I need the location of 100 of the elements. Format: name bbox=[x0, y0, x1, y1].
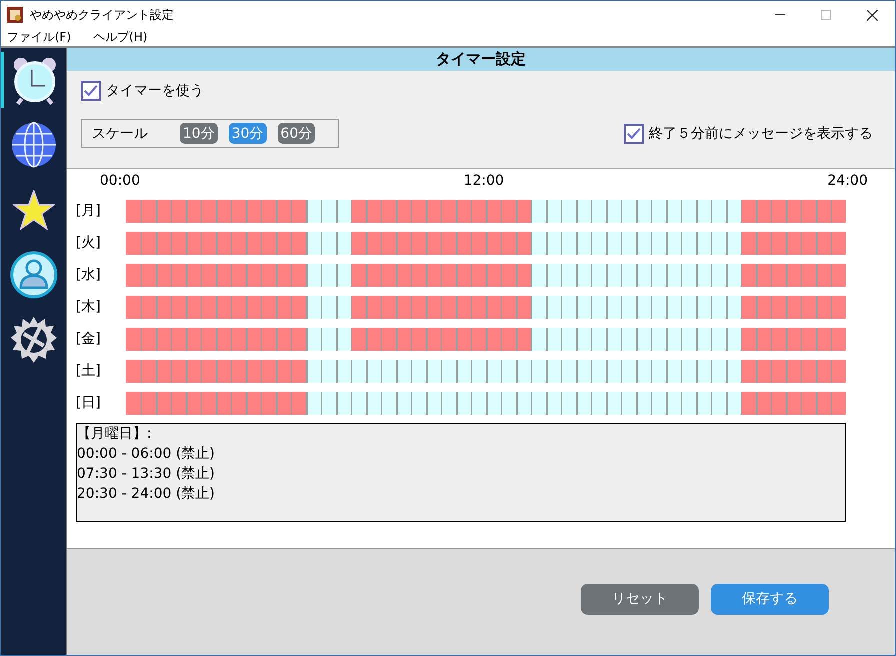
time-slot[interactable] bbox=[276, 328, 291, 350]
time-slot[interactable] bbox=[276, 264, 291, 286]
time-slot[interactable] bbox=[126, 392, 141, 414]
time-slot[interactable] bbox=[381, 200, 396, 222]
time-slot[interactable] bbox=[246, 200, 261, 222]
time-slot[interactable] bbox=[726, 264, 741, 286]
time-slot[interactable] bbox=[666, 232, 681, 254]
time-slot[interactable] bbox=[711, 296, 726, 318]
time-slot[interactable] bbox=[516, 264, 531, 286]
time-slot[interactable] bbox=[306, 328, 321, 350]
time-slot[interactable] bbox=[831, 200, 846, 222]
time-slot[interactable] bbox=[516, 360, 531, 382]
time-slot[interactable] bbox=[651, 360, 666, 382]
close-icon[interactable] bbox=[867, 10, 878, 20]
time-slot[interactable] bbox=[726, 232, 741, 254]
time-slot[interactable] bbox=[366, 328, 381, 350]
time-slot[interactable] bbox=[531, 200, 546, 222]
time-slot[interactable] bbox=[741, 328, 756, 350]
time-slot[interactable] bbox=[501, 296, 516, 318]
time-slot[interactable] bbox=[681, 328, 696, 350]
time-slot[interactable] bbox=[231, 200, 246, 222]
time-slot[interactable] bbox=[831, 328, 846, 350]
time-slot[interactable] bbox=[126, 200, 141, 222]
time-slot[interactable] bbox=[711, 392, 726, 414]
time-slot[interactable] bbox=[636, 232, 651, 254]
time-slot[interactable] bbox=[801, 200, 816, 222]
time-slot[interactable] bbox=[246, 392, 261, 414]
time-slot[interactable] bbox=[741, 392, 756, 414]
time-slot[interactable] bbox=[291, 296, 306, 318]
time-slot[interactable] bbox=[261, 296, 276, 318]
time-slot[interactable] bbox=[441, 264, 456, 286]
time-slot[interactable] bbox=[186, 232, 201, 254]
time-slot[interactable] bbox=[306, 392, 321, 414]
time-slot[interactable] bbox=[471, 360, 486, 382]
time-slot[interactable] bbox=[831, 360, 846, 382]
time-slot[interactable] bbox=[276, 392, 291, 414]
time-slot[interactable] bbox=[246, 296, 261, 318]
time-slot[interactable] bbox=[741, 232, 756, 254]
time-slot[interactable] bbox=[351, 264, 366, 286]
time-slot[interactable] bbox=[531, 328, 546, 350]
time-slot[interactable] bbox=[591, 232, 606, 254]
time-slot[interactable] bbox=[231, 392, 246, 414]
time-slot[interactable] bbox=[321, 392, 336, 414]
time-slot[interactable] bbox=[396, 200, 411, 222]
use-timer-checkbox[interactable]: タイマーを使う bbox=[81, 81, 204, 101]
time-slot[interactable] bbox=[351, 392, 366, 414]
maximize-icon[interactable] bbox=[821, 10, 831, 20]
time-slot[interactable] bbox=[216, 200, 231, 222]
time-slot[interactable] bbox=[531, 232, 546, 254]
time-slot[interactable] bbox=[156, 200, 171, 222]
time-slot[interactable] bbox=[501, 360, 516, 382]
time-slot[interactable] bbox=[171, 392, 186, 414]
time-slot[interactable] bbox=[696, 200, 711, 222]
time-slot[interactable] bbox=[816, 328, 831, 350]
time-slot[interactable] bbox=[771, 232, 786, 254]
time-slot[interactable] bbox=[306, 360, 321, 382]
reset-button[interactable]: リセット bbox=[581, 584, 699, 614]
time-slot[interactable] bbox=[126, 264, 141, 286]
time-slot[interactable] bbox=[126, 360, 141, 382]
time-slot[interactable] bbox=[561, 264, 576, 286]
time-slot[interactable] bbox=[516, 200, 531, 222]
time-slot[interactable] bbox=[816, 264, 831, 286]
time-slot[interactable] bbox=[621, 264, 636, 286]
time-slot[interactable] bbox=[756, 200, 771, 222]
time-slot[interactable] bbox=[561, 200, 576, 222]
time-slot[interactable] bbox=[636, 200, 651, 222]
time-slot[interactable] bbox=[201, 360, 216, 382]
time-slot[interactable] bbox=[216, 264, 231, 286]
time-slot[interactable] bbox=[606, 200, 621, 222]
time-slot[interactable] bbox=[321, 360, 336, 382]
time-slot[interactable] bbox=[771, 264, 786, 286]
time-slot[interactable] bbox=[561, 232, 576, 254]
time-slot[interactable] bbox=[141, 264, 156, 286]
time-slot[interactable] bbox=[576, 232, 591, 254]
time-slot[interactable] bbox=[816, 392, 831, 414]
time-slot[interactable] bbox=[576, 296, 591, 318]
time-slot[interactable] bbox=[516, 328, 531, 350]
time-slot[interactable] bbox=[756, 328, 771, 350]
time-slot[interactable] bbox=[591, 296, 606, 318]
time-slot[interactable] bbox=[546, 328, 561, 350]
time-slot[interactable] bbox=[261, 264, 276, 286]
time-slot[interactable] bbox=[441, 200, 456, 222]
time-slot[interactable] bbox=[321, 232, 336, 254]
time-slot[interactable] bbox=[441, 232, 456, 254]
time-slot[interactable] bbox=[231, 328, 246, 350]
time-slot[interactable] bbox=[156, 296, 171, 318]
time-slot[interactable] bbox=[786, 200, 801, 222]
time-slot[interactable] bbox=[666, 264, 681, 286]
time-slot[interactable] bbox=[756, 264, 771, 286]
time-slot[interactable] bbox=[366, 392, 381, 414]
time-slot[interactable] bbox=[321, 264, 336, 286]
time-slot[interactable] bbox=[786, 328, 801, 350]
time-slot[interactable] bbox=[186, 264, 201, 286]
time-slot[interactable] bbox=[561, 392, 576, 414]
time-slot[interactable] bbox=[801, 360, 816, 382]
scale-option[interactable]: 30分 bbox=[228, 123, 267, 144]
time-slot[interactable] bbox=[426, 328, 441, 350]
time-slot[interactable] bbox=[591, 328, 606, 350]
time-slot[interactable] bbox=[816, 232, 831, 254]
time-slot[interactable] bbox=[351, 200, 366, 222]
